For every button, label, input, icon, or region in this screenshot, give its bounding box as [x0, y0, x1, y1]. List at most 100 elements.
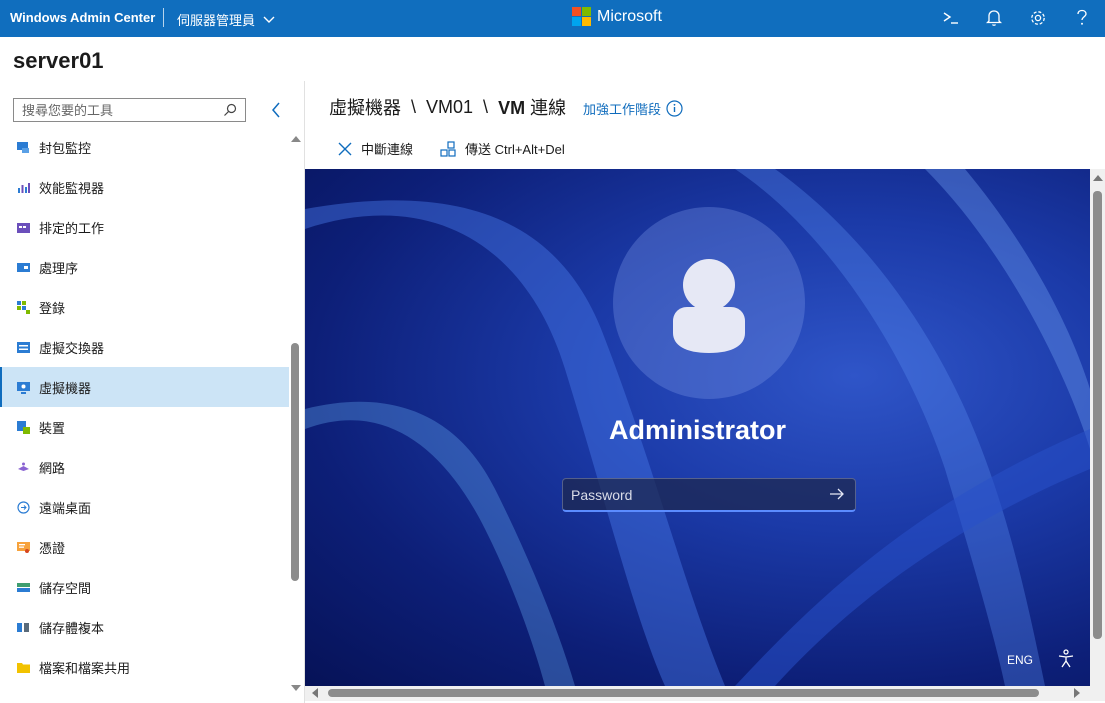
breadcrumb-connect-label: 連線 [530, 98, 567, 118]
settings-gear-icon[interactable] [1026, 7, 1050, 29]
close-icon [338, 142, 352, 155]
enhanced-session-link[interactable]: 加強工作階段 [583, 99, 683, 118]
accessibility-icon[interactable] [1057, 649, 1075, 674]
vm-horizontal-scrollbar[interactable] [305, 686, 1105, 701]
sidebar-item-performance-monitor[interactable]: 效能監視器 [0, 167, 289, 207]
files-icon [17, 661, 30, 674]
help-icon[interactable] [1070, 7, 1094, 29]
info-icon[interactable] [666, 100, 683, 117]
processes-icon [17, 261, 30, 274]
scroll-up-arrow-icon[interactable] [291, 136, 301, 142]
disconnect-button[interactable]: 中斷連線 [337, 139, 413, 158]
vm-vertical-scroll-thumb[interactable] [1093, 191, 1102, 639]
disconnect-label: 中斷連線 [361, 142, 414, 157]
sidebar-item-certificates[interactable]: 憑證 [0, 527, 289, 567]
sidebar-item-label: 檔案和檔案共用 [39, 660, 131, 676]
breadcrumb-separator: \ [411, 96, 417, 117]
sidebar-item-label: 儲存體複本 [39, 620, 105, 636]
chevron-down-icon [263, 16, 275, 23]
sidebar-scroll-thumb[interactable] [291, 343, 299, 581]
network-icon [17, 461, 30, 474]
certificates-icon [17, 541, 30, 554]
sidebar-item-label: 處理序 [39, 260, 79, 276]
breadcrumb-separator: \ [483, 96, 489, 117]
sidebar-item-label: 虛擬交換器 [39, 340, 105, 356]
sidebar-item-storage[interactable]: 儲存空間 [0, 567, 289, 607]
sidebar-item-label: 網路 [39, 460, 66, 476]
search-icon[interactable] [223, 103, 237, 117]
title-divider [163, 8, 164, 27]
context-label: 伺服器管理員 [177, 13, 256, 28]
sidebar-item-packet-monitor[interactable]: 封包監控 [0, 127, 289, 167]
scroll-up-arrow-icon[interactable] [1093, 175, 1103, 181]
context-switcher[interactable]: 伺服器管理員 [177, 10, 275, 29]
sidebar-item-storage-replica[interactable]: 儲存體複本 [0, 607, 289, 647]
password-field[interactable] [562, 478, 856, 512]
sidebar-item-network[interactable]: 網路 [0, 447, 289, 487]
sidebar-item-virtual-switch[interactable]: 虛擬交換器 [0, 327, 289, 367]
send-keys-label: 傳送 Ctrl+Alt+Del [465, 142, 565, 157]
sidebar-item-label: 裝置 [39, 420, 66, 436]
vm-horizontal-scroll-thumb[interactable] [328, 689, 1039, 697]
sidebar-item-scheduled-tasks[interactable]: 排定的工作 [0, 207, 289, 247]
breadcrumb-vm-connect: VM 連線 [498, 94, 566, 120]
scroll-right-arrow-icon[interactable] [1074, 688, 1080, 698]
microsoft-logo-icon [572, 7, 591, 26]
sidebar-item-virtual-machines[interactable]: 虛擬機器 [0, 367, 289, 407]
notification-bell-icon[interactable] [982, 7, 1006, 29]
tool-search-input[interactable] [14, 99, 214, 121]
sidebar-item-remote-desktop[interactable]: 遠端桌面 [0, 487, 289, 527]
performance-monitor-icon [17, 181, 30, 194]
submit-arrow-icon[interactable] [829, 487, 845, 501]
sidebar-item-label: 虛擬機器 [39, 380, 92, 396]
scheduled-tasks-icon [17, 221, 30, 234]
app-title[interactable]: Windows Admin Center [10, 10, 155, 25]
server-title: server01 [13, 48, 104, 73]
language-indicator[interactable]: ENG [1007, 653, 1033, 667]
tool-list: 封包監控 效能監視器 排定的工作 處理序 登錄 虛擬交換器 虛擬機器 裝置 網路… [0, 127, 289, 703]
scroll-left-arrow-icon[interactable] [312, 688, 318, 698]
breadcrumb-virtual-machines[interactable]: 虛擬機器 [329, 94, 401, 120]
chevron-left-icon [272, 102, 280, 118]
remote-desktop-icon [17, 500, 30, 514]
send-ctrl-alt-del-button[interactable]: 傳送 Ctrl+Alt+Del [439, 139, 565, 158]
tools-sidebar: 封包監控 效能監視器 排定的工作 處理序 登錄 虛擬交換器 虛擬機器 裝置 [0, 81, 305, 703]
sidebar-item-processes[interactable]: 處理序 [0, 247, 289, 287]
registry-icon [17, 300, 30, 314]
powershell-icon[interactable] [939, 7, 963, 29]
storage-icon [17, 581, 30, 594]
sidebar-item-label: 登錄 [39, 300, 66, 316]
password-input[interactable] [563, 479, 813, 510]
sidebar-item-label: 排定的工作 [39, 220, 105, 236]
virtual-machine-icon [17, 381, 30, 394]
virtual-switch-icon [17, 341, 30, 354]
sidebar-scrollbar[interactable] [289, 130, 303, 703]
top-bar: Windows Admin Center 伺服器管理員 Microsoft [0, 0, 1105, 37]
storage-replica-icon [17, 621, 30, 634]
scroll-down-arrow-icon[interactable] [291, 685, 301, 691]
keyboard-keys-icon [440, 140, 456, 157]
tool-search-box[interactable] [13, 98, 246, 122]
sidebar-item-label: 遠端桌面 [39, 500, 92, 516]
breadcrumb-vm01[interactable]: VM01 [426, 97, 473, 118]
enhanced-session-label: 加強工作階段 [583, 102, 662, 117]
microsoft-brand: Microsoft [572, 7, 662, 26]
user-avatar [613, 207, 805, 399]
sidebar-item-label: 憑證 [39, 540, 66, 556]
sidebar-item-label: 封包監控 [39, 140, 92, 156]
packet-monitor-icon [17, 141, 30, 154]
sidebar-item-files[interactable]: 檔案和檔案共用 [0, 647, 289, 687]
collapse-sidebar-button[interactable] [266, 99, 286, 121]
sidebar-item-label: 儲存空間 [39, 580, 92, 596]
sidebar-item-devices[interactable]: 裝置 [0, 407, 289, 447]
vm-console-screen[interactable]: Administrator ENG [305, 169, 1090, 686]
login-username: Administrator [608, 415, 787, 445]
sidebar-item-registry[interactable]: 登錄 [0, 287, 289, 327]
sidebar-item-label: 效能監視器 [39, 180, 105, 196]
vm-toolbar: 中斷連線 傳送 Ctrl+Alt+Del [337, 139, 565, 158]
breadcrumb-vm-label: VM [498, 98, 526, 118]
user-icon [673, 259, 745, 353]
brand-name: Microsoft [597, 7, 662, 25]
vm-vertical-scrollbar[interactable] [1090, 169, 1105, 686]
devices-icon [17, 420, 30, 434]
